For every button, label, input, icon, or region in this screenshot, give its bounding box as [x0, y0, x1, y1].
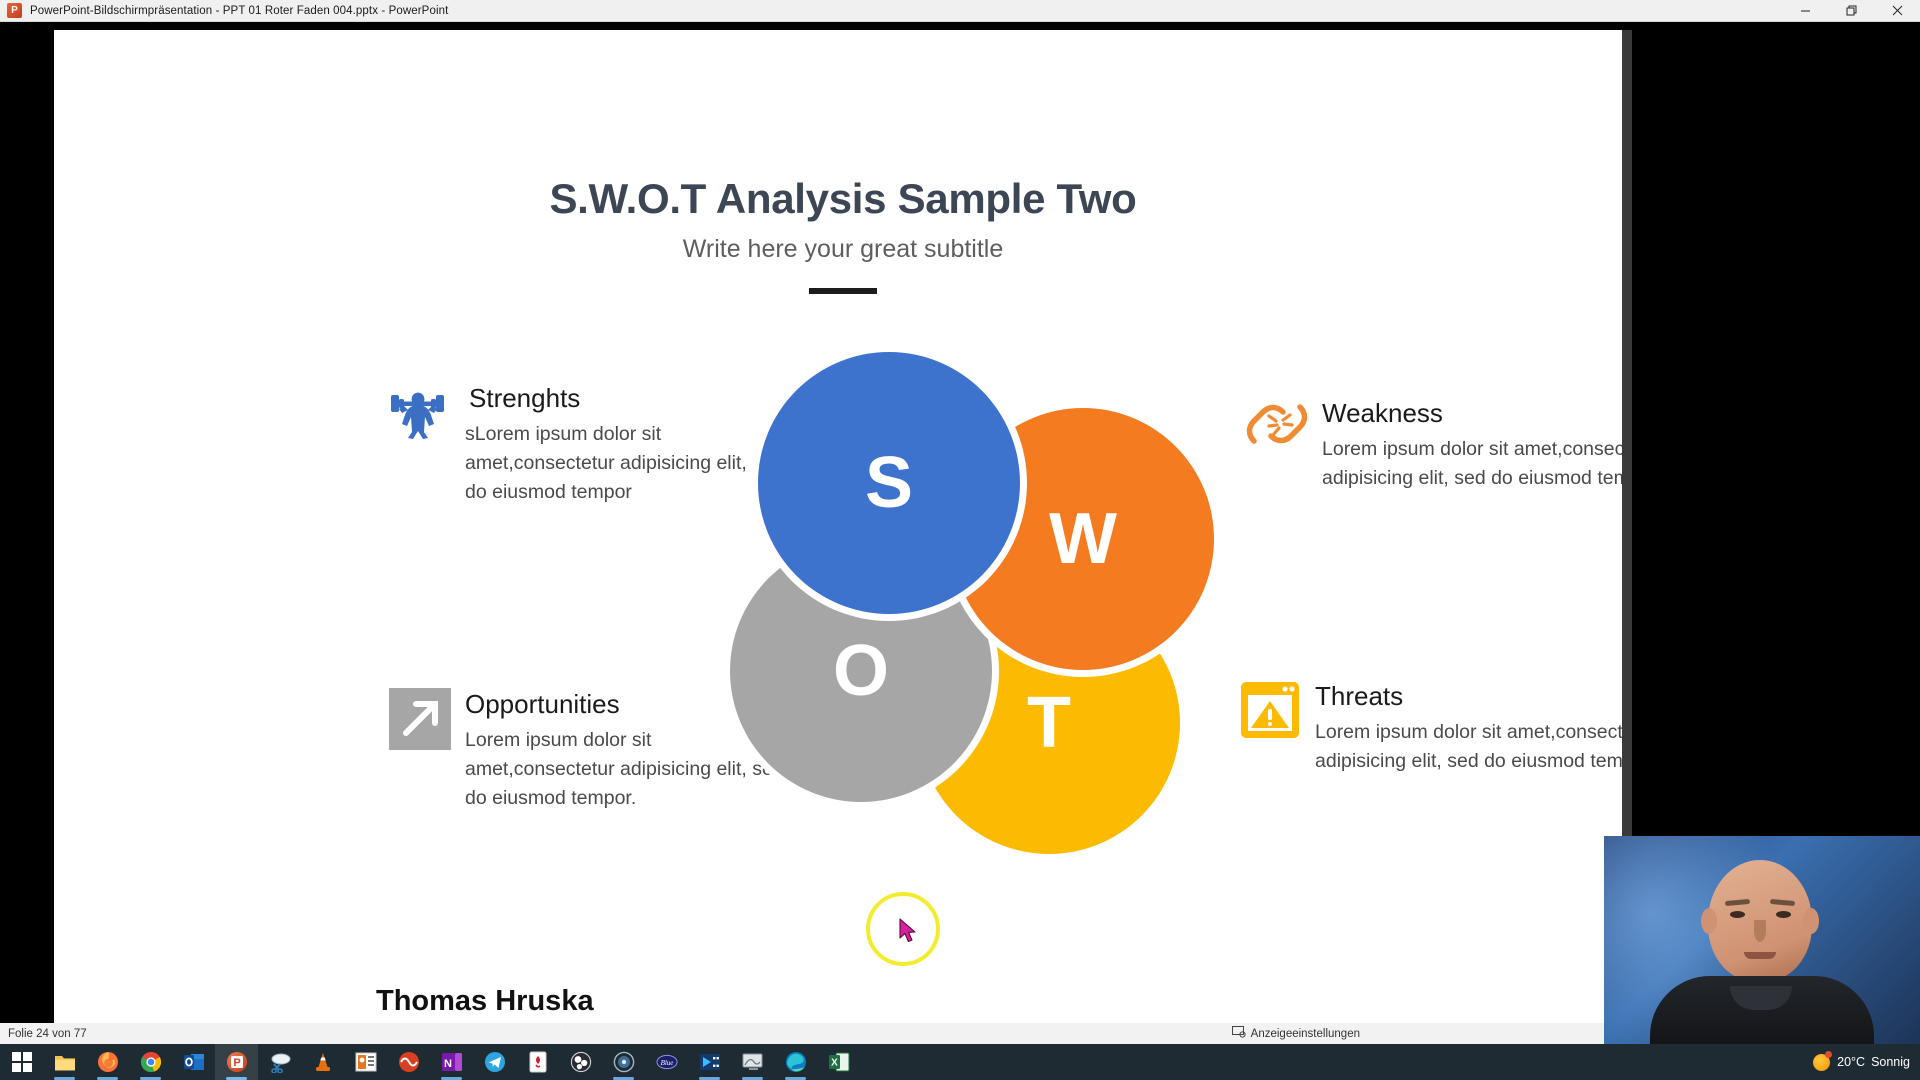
- restore-button[interactable]: [1828, 0, 1874, 22]
- webcam-ear-right: [1803, 908, 1819, 934]
- weakness-heading: Weakness: [1322, 398, 1443, 428]
- arrow-up-right-icon: [389, 688, 451, 812]
- mouse-cursor: [899, 918, 919, 949]
- slide-counter: Folie 24 von 77: [8, 1027, 87, 1040]
- snipping-tool-icon: [270, 1053, 290, 1073]
- chrome-button[interactable]: [129, 1044, 172, 1080]
- display-tool-button[interactable]: [731, 1044, 774, 1080]
- start-button[interactable]: [0, 1044, 43, 1080]
- edge-icon: [785, 1052, 806, 1072]
- threats-heading: Threats: [1315, 681, 1404, 711]
- presenter-name: Thomas Hruska: [376, 985, 594, 1017]
- onenote-icon: N: [441, 1053, 462, 1071]
- disc-button[interactable]: [602, 1044, 645, 1080]
- warning-window-icon: [1239, 680, 1301, 776]
- swot-block-opportunities: Opportunities Lorem ipsum dolor sit amet…: [389, 688, 789, 812]
- vlc-cone-icon: [315, 1053, 330, 1071]
- folder-icon: [54, 1056, 75, 1071]
- weakness-body: Lorem ipsum dolor sit amet,consectetur a…: [1322, 437, 1632, 489]
- audacity-icon: [398, 1052, 419, 1072]
- display-settings-button[interactable]: Anzeigeeinstellungen: [1231, 1026, 1360, 1041]
- title-accent-bar: [809, 288, 877, 294]
- monitor-icon: [742, 1053, 762, 1070]
- presenter-webcam-overlay: [1604, 836, 1920, 1044]
- weather-temperature[interactable]: 20°C: [1837, 1055, 1865, 1069]
- slide-canvas[interactable]: S.W.O.T Analysis Sample Two Write here y…: [54, 30, 1632, 1029]
- outlook-button[interactable]: [172, 1044, 215, 1080]
- excel-icon: X: [828, 1052, 849, 1072]
- firefox-button[interactable]: [86, 1044, 129, 1080]
- svg-text:N: N: [444, 1058, 452, 1070]
- weakness-text: Weakness Lorem ipsum dolor sit amet,cons…: [1322, 397, 1632, 493]
- edge-button[interactable]: [774, 1044, 817, 1080]
- excel-button[interactable]: X: [817, 1044, 860, 1080]
- audacity-button[interactable]: [387, 1044, 430, 1080]
- pdf-reader-icon: [529, 1051, 546, 1073]
- telegram-button[interactable]: [473, 1044, 516, 1080]
- video-editor-icon: [699, 1054, 720, 1070]
- telegram-icon: [484, 1052, 505, 1072]
- vlc-button[interactable]: [301, 1044, 344, 1080]
- webcam-eye-right: [1776, 911, 1791, 918]
- file-explorer-button[interactable]: [43, 1044, 86, 1080]
- swot-block-strengths: Strenghts sLorem ipsum dolor sit amet,co…: [389, 382, 789, 506]
- outlook-icon: [183, 1054, 204, 1070]
- weightlifter-icon: [389, 382, 451, 506]
- firefox-icon: [97, 1052, 118, 1072]
- photos-button[interactable]: [344, 1044, 387, 1080]
- weather-condition[interactable]: Sonnig: [1871, 1055, 1910, 1069]
- screen: PowerPoint-Bildschirmpräsentation - PPT …: [0, 0, 1920, 1080]
- slide-title: S.W.O.T Analysis Sample Two: [549, 175, 1137, 222]
- minimize-button[interactable]: [1782, 0, 1828, 22]
- swot-block-weakness: Weakness Lorem ipsum dolor sit amet,cons…: [1246, 397, 1632, 493]
- sun-icon: [1813, 1050, 1833, 1071]
- close-button[interactable]: [1874, 0, 1920, 22]
- threats-body: Lorem ipsum dolor sit amet,consectetur a…: [1315, 720, 1632, 772]
- obs-button[interactable]: [559, 1044, 602, 1080]
- circle-strengths: S: [758, 352, 1020, 614]
- threats-text: Threats Lorem ipsum dolor sit amet,conse…: [1315, 680, 1632, 776]
- webcam-mouth: [1744, 952, 1776, 959]
- slide-subtitle: Write here your great subtitle: [682, 235, 1004, 263]
- video-editor-button[interactable]: [688, 1044, 731, 1080]
- powerpoint-icon: [7, 3, 22, 18]
- snipping-tool-button[interactable]: [258, 1044, 301, 1080]
- window-title: PowerPoint-Bildschirmpräsentation - PPT …: [30, 4, 449, 17]
- svg-text:X: X: [831, 1058, 838, 1069]
- broken-chain-icon: [1246, 397, 1308, 493]
- powerpoint-icon: P: [226, 1052, 247, 1072]
- window-title-bar: PowerPoint-Bildschirmpräsentation - PPT …: [0, 0, 1920, 22]
- chrome-icon: [140, 1051, 161, 1073]
- display-settings-icon: [1231, 1026, 1246, 1041]
- swot-venn-diagram: S W O T: [730, 352, 1230, 862]
- swot-block-threats: Threats Lorem ipsum dolor sit amet,conse…: [1239, 680, 1632, 776]
- disc-icon: [613, 1051, 634, 1073]
- display-settings-label: Anzeigeeinstellungen: [1250, 1027, 1360, 1040]
- svg-text:P: P: [233, 1057, 240, 1069]
- blue-microphone-icon: Blue: [656, 1054, 677, 1070]
- obs-studio-icon: [570, 1051, 591, 1073]
- powerpoint-button[interactable]: P: [215, 1044, 258, 1080]
- system-tray: 20°C Sonnig: [1813, 1044, 1920, 1080]
- blue-yeti-button[interactable]: Blue: [645, 1044, 688, 1080]
- webcam-nose: [1754, 920, 1766, 942]
- onenote-button[interactable]: N: [430, 1044, 473, 1080]
- pdf-reader-button[interactable]: [516, 1044, 559, 1080]
- svg-text:Blue: Blue: [660, 1059, 673, 1067]
- windows-logo-icon: [11, 1052, 32, 1072]
- webcam-ear-left: [1701, 908, 1717, 934]
- windows-taskbar: P N Blue X 20°C Sonnig: [0, 1044, 1920, 1080]
- photos-icon: [355, 1052, 376, 1072]
- webcam-eye-left: [1730, 911, 1745, 918]
